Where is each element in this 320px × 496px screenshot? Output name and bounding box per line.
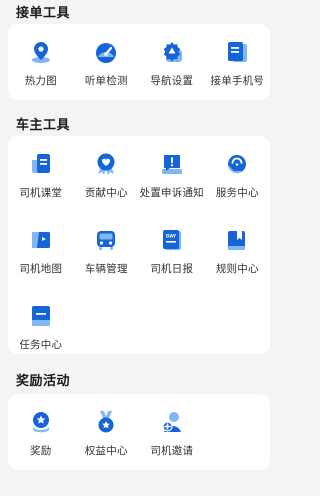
tool-driver-daily[interactable]: DAY 司机日报 bbox=[139, 212, 205, 288]
daily-report-icon-text: DAY bbox=[166, 234, 177, 240]
tool-label: 司机日报 bbox=[150, 263, 194, 275]
rules-bookmark-icon bbox=[225, 228, 249, 252]
tool-label: 处置申诉通知 bbox=[139, 187, 204, 199]
tool-label: 导航设置 bbox=[150, 75, 194, 87]
tool-driver-classroom[interactable]: 司机课堂 bbox=[8, 136, 74, 212]
tool-label: 贡献中心 bbox=[84, 187, 128, 199]
daily-report-icon: DAY bbox=[160, 228, 184, 252]
car-icon bbox=[94, 228, 118, 252]
tool-vehicle-management[interactable]: 车辆管理 bbox=[74, 212, 140, 288]
task-icon bbox=[29, 304, 53, 328]
tool-label: 热力图 bbox=[24, 75, 57, 87]
tool-benefits-center[interactable]: 权益中心 bbox=[74, 394, 140, 470]
tool-service-center[interactable]: 服务中心 bbox=[205, 136, 271, 212]
tool-appeal-notice[interactable]: 处置申诉通知 bbox=[139, 136, 205, 212]
tool-label: 规则中心 bbox=[215, 263, 259, 275]
tool-label: 权益中心 bbox=[84, 445, 128, 457]
section-title-rewards: 奖励活动 bbox=[16, 374, 71, 389]
reward-star-icon bbox=[29, 410, 53, 434]
tool-label: 任务中心 bbox=[19, 339, 63, 351]
phone-book-icon bbox=[225, 40, 249, 64]
tool-heatmap[interactable]: 热力图 bbox=[8, 24, 74, 100]
tool-label: 司机课堂 bbox=[19, 187, 63, 199]
tool-label: 奖励 bbox=[30, 445, 52, 457]
rewards-card: 奖励 权益中心 司机邀请 bbox=[8, 394, 270, 470]
navigation-settings-icon bbox=[160, 40, 184, 64]
tool-label: 司机地图 bbox=[19, 263, 63, 275]
tool-label: 司机邀请 bbox=[150, 445, 194, 457]
service-headset-icon bbox=[225, 152, 249, 176]
section-title-order-tools: 接单工具 bbox=[16, 6, 71, 21]
location-pin-icon bbox=[29, 40, 53, 64]
tool-rules-center[interactable]: 规则中心 bbox=[205, 212, 271, 288]
tool-navigation-settings[interactable]: 导航设置 bbox=[139, 24, 205, 100]
order-tools-card: 热力图 听单检测 导航设置 接单手机号 bbox=[8, 24, 270, 100]
invite-driver-icon bbox=[160, 410, 184, 434]
tool-driver-map[interactable]: 司机地图 bbox=[8, 212, 74, 288]
tool-label: 服务中心 bbox=[215, 187, 259, 199]
tool-label: 听单检测 bbox=[84, 75, 128, 87]
tool-driver-invite[interactable]: 司机邀请 bbox=[139, 394, 205, 470]
section-title-driver-tools: 车主工具 bbox=[16, 118, 71, 133]
tool-label: 接单手机号 bbox=[210, 75, 264, 87]
map-icon bbox=[29, 228, 53, 252]
tool-label: 车辆管理 bbox=[84, 263, 128, 275]
speedometer-icon bbox=[94, 40, 118, 64]
heart-medal-icon bbox=[94, 152, 118, 176]
tool-contribution-center[interactable]: 贡献中心 bbox=[74, 136, 140, 212]
tool-order-phone[interactable]: 接单手机号 bbox=[205, 24, 271, 100]
appeal-notice-icon bbox=[160, 152, 184, 176]
tool-listen-check[interactable]: 听单检测 bbox=[74, 24, 140, 100]
classroom-book-icon bbox=[29, 152, 53, 176]
tool-task-center[interactable]: 任务中心 bbox=[8, 288, 74, 364]
driver-tools-card: 司机课堂 贡献中心 处置申诉通知 服务中心 司机地图 车辆管理 DAY 司机日报… bbox=[8, 136, 270, 354]
tool-rewards[interactable]: 奖励 bbox=[8, 394, 74, 470]
driver-tools-page: 接单工具 热力图 听单检测 导航设置 接单手机号 车主工具 司机课堂 贡献中心 … bbox=[0, 0, 278, 496]
benefits-medal-icon bbox=[94, 410, 118, 434]
